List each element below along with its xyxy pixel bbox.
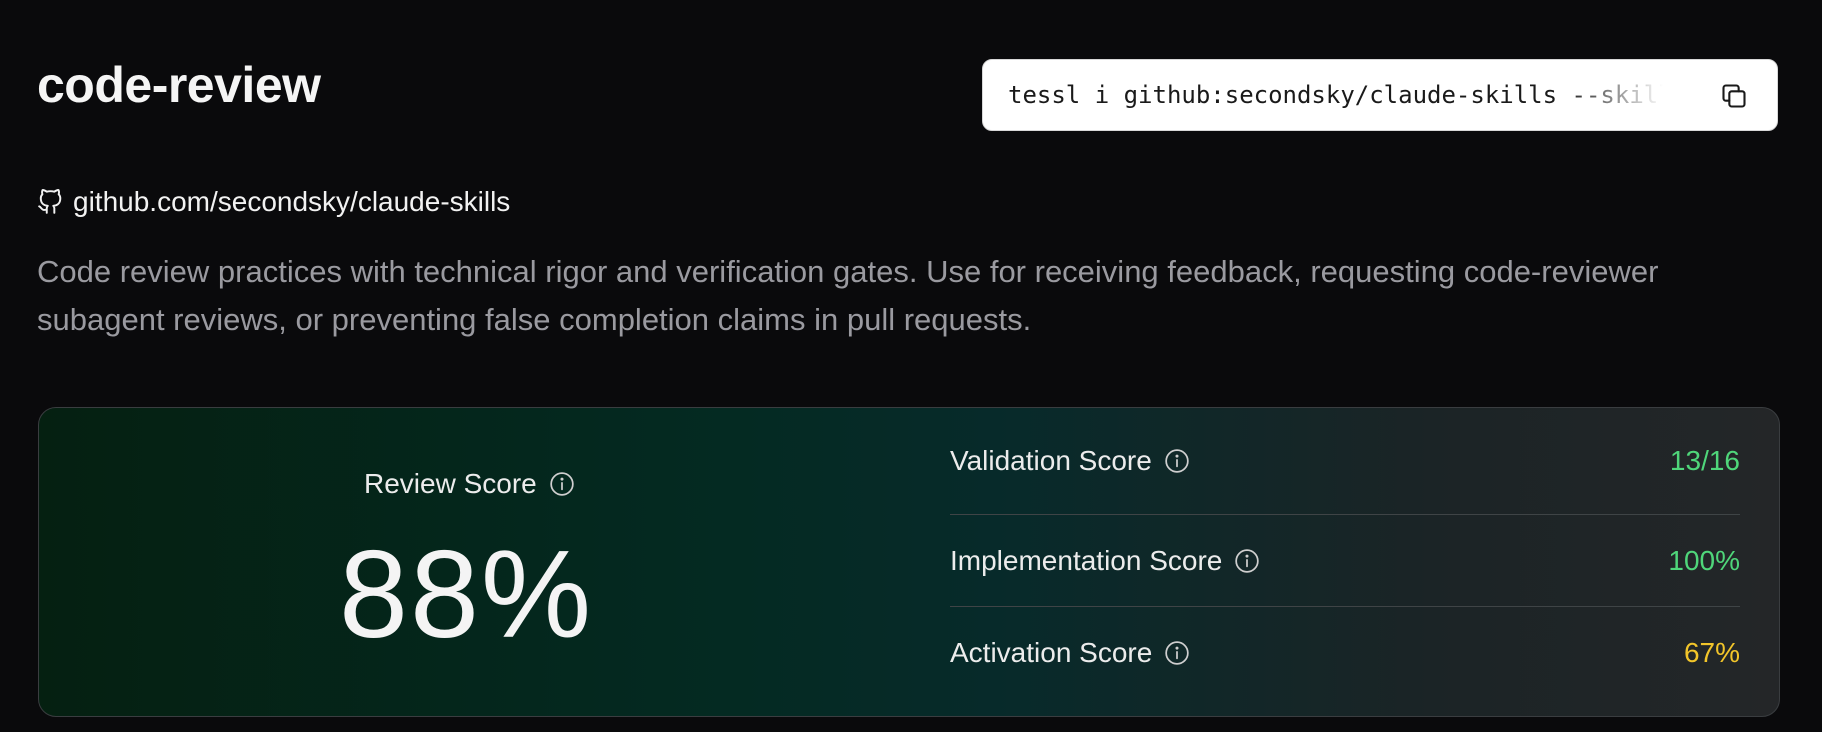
metric-label-text: Validation Score [950,445,1152,476]
review-score-value: 88% [339,526,594,664]
review-score-label-text: Review Score [364,468,537,499]
metric-value: 100% [1668,544,1740,576]
info-icon[interactable] [549,471,575,497]
metric-label-text: Implementation Score [950,544,1223,576]
metric-label-text: Activation Score [950,637,1153,668]
copy-icon [1722,84,1746,108]
info-icon[interactable] [1164,640,1190,666]
skill-page: code-review tessl i github:secondsky/cla… [0,0,1822,732]
score-card: Review Score 88% Validation Score 13/16 … [38,407,1780,717]
copy-button[interactable] [1719,81,1749,111]
metric-row-implementation: Implementation Score 100% [950,515,1740,607]
install-command-box[interactable]: tessl i github:secondsky/claude-skills -… [982,59,1778,131]
github-icon [37,189,63,215]
metric-value: 13/16 [1669,445,1740,476]
metric-row-validation: Validation Score 13/16 [950,408,1740,515]
metric-label: Validation Score [950,445,1190,477]
info-icon[interactable] [1164,448,1190,474]
repo-link[interactable]: github.com/secondsky/claude-skills [37,186,510,218]
info-icon[interactable] [1234,548,1260,574]
metric-label: Activation Score [950,637,1190,669]
install-command-text[interactable]: tessl i github:secondsky/claude-skills -… [1008,81,1674,109]
metrics-list: Validation Score 13/16 Implementation Sc… [950,408,1740,699]
repo-link-label: github.com/secondsky/claude-skills [73,186,511,217]
skill-description: Code review practices with technical rig… [37,254,1659,337]
page-title: code-review [37,57,321,113]
review-score-label: Review Score [364,468,575,500]
metric-label: Implementation Score [950,545,1260,577]
metric-row-activation: Activation Score 67% [950,607,1740,699]
metric-value: 67% [1683,637,1740,668]
